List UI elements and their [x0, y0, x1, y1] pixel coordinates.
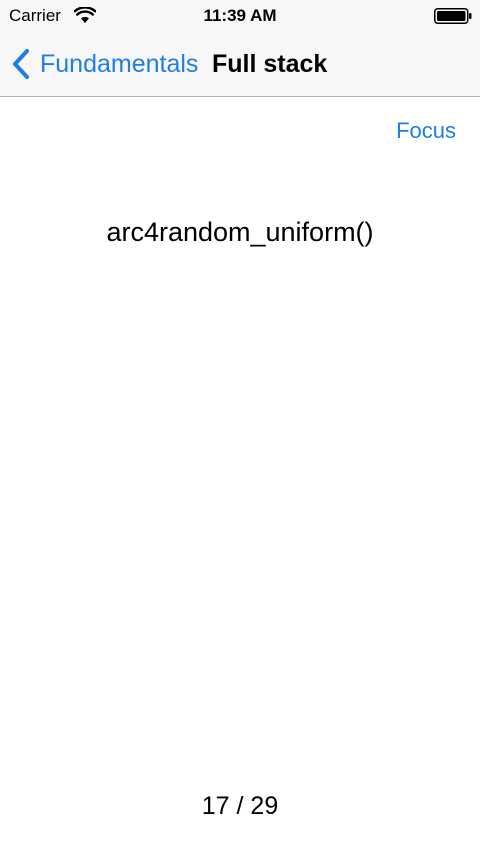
focus-button[interactable]: Focus: [396, 116, 456, 146]
flashcard-term[interactable]: arc4random_uniform(): [0, 214, 480, 250]
page-counter: 17 / 29: [201, 792, 279, 820]
page-title: Full stack: [212, 50, 328, 78]
back-button[interactable]: Fundamentals: [10, 46, 198, 82]
navigation-bar: Fundamentals Full stack: [0, 32, 480, 97]
status-time: 11:39 AM: [203, 6, 277, 25]
battery-icon: [434, 8, 472, 24]
status-bar: Carrier 11:39 AM: [0, 0, 480, 32]
chevron-left-icon: [13, 49, 29, 79]
back-button-label: Fundamentals: [40, 50, 199, 78]
